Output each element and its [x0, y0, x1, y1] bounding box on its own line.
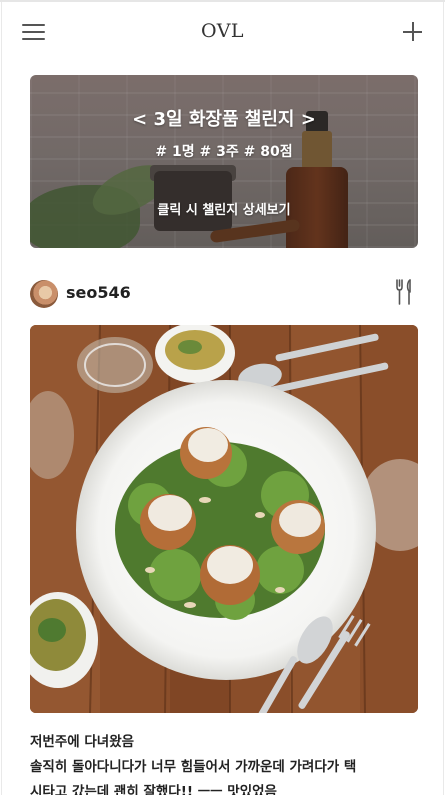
food-photo [30, 325, 418, 713]
app-header: OVL [0, 2, 445, 62]
banner-tags: # 1명 # 3주 # 80점 [155, 144, 293, 160]
caption-line: 솔직히 돌아다니다가 너무 힘들어서 가까운데 가려다가 택 [30, 759, 357, 775]
post-username[interactable]: seo546 [66, 283, 131, 302]
avatar[interactable] [30, 280, 58, 308]
post-photo[interactable] [30, 325, 418, 713]
caption-line: 저번주에 다녀왔음 [30, 734, 135, 750]
banner-detail-link[interactable]: 클릭 시 챌린지 상세보기 [30, 199, 418, 218]
banner-overlay [30, 75, 418, 248]
fork-knife-icon[interactable] [394, 278, 416, 306]
post-caption: 저번주에 다녀왔음 솔직히 돌아다니다가 너무 힘들어서 가까운데 가려다가 택… [30, 730, 420, 795]
caption-line: 시타고 갔는데 괜히 잘했다!! ㅡㅡ 맛있었음 [30, 784, 277, 795]
post-header: seo546 [30, 278, 418, 310]
plus-icon[interactable] [402, 21, 424, 43]
app-title: OVL [200, 20, 245, 42]
banner-title: < 3일 화장품 챌린지 > [132, 109, 316, 130]
challenge-banner[interactable]: < 3일 화장품 챌린지 > # 1명 # 3주 # 80점 클릭 시 챌린지 … [30, 75, 418, 248]
